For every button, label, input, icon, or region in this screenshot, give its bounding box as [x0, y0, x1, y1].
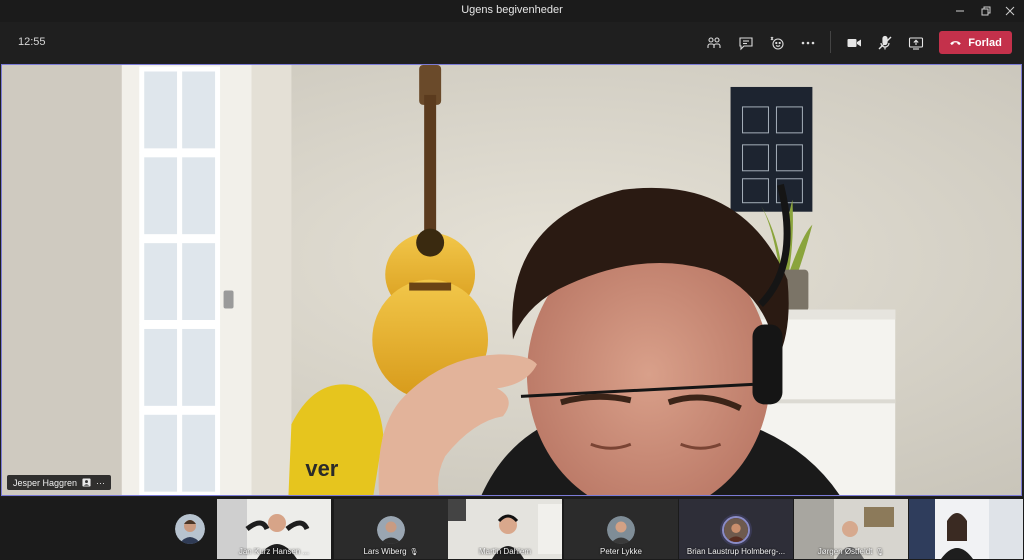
main-video-feed[interactable]: ver Jesper Haggren ··· — [1, 64, 1022, 496]
meeting-toolbar: 12:55 Forlad — [0, 22, 1024, 62]
participant-name: Peter Lykke — [600, 547, 642, 556]
participants-icon[interactable] — [703, 32, 725, 54]
toolbar-divider — [830, 31, 831, 53]
presenter-more-options[interactable]: ··· — [96, 478, 105, 488]
participant-name: Jan Kurz Hansen ... — [238, 547, 310, 556]
leave-label: Forlad — [968, 36, 1002, 49]
participant-avatar — [377, 516, 405, 544]
mic-muted-icon: 🎙 — [409, 549, 419, 556]
participant-tile[interactable]: Jørgen Østfeldt 🎙 — [794, 499, 908, 559]
participant-tile[interactable]: Martin Dahlem — [448, 499, 562, 559]
participant-tile[interactable]: Brian Laustrup Holmberg-... — [679, 499, 793, 559]
participant-video — [909, 499, 1023, 559]
chat-icon[interactable] — [735, 32, 757, 54]
participant-tile[interactable]: Jan Kurz Hansen ... — [217, 499, 331, 559]
participant-name-row: Lars Wiberg 🎙 — [334, 547, 448, 556]
hang-up-icon — [950, 41, 961, 45]
participant-tile[interactable]: Peter Lykke — [564, 499, 678, 559]
camera-icon[interactable] — [843, 32, 865, 54]
video-frame: ver — [2, 65, 1021, 495]
participant-name: Martin Dahlem — [478, 547, 531, 556]
meeting-clock: 12:55 — [18, 36, 46, 48]
self-avatar[interactable] — [175, 514, 205, 544]
more-options-icon[interactable] — [797, 32, 819, 54]
participant-name-row: Jørgen Østfeldt 🎙 — [794, 547, 908, 556]
window-title: Ugens begivenheder — [461, 4, 563, 16]
presenter-name-tag: Jesper Haggren ··· — [7, 475, 112, 490]
close-icon[interactable] — [994, 0, 1024, 22]
reactions-icon[interactable] — [766, 32, 788, 54]
mic-muted-icon[interactable] — [874, 32, 896, 54]
participant-name: Lars Wiberg — [363, 547, 407, 556]
presenter-badge-icon — [82, 478, 91, 487]
participant-avatar-speaking — [722, 516, 750, 544]
share-screen-icon[interactable] — [905, 32, 927, 54]
title-bar: Ugens begivenheder — [0, 0, 1024, 22]
participant-tile[interactable] — [909, 499, 1023, 559]
participant-avatar — [607, 516, 635, 544]
participant-name: Brian Laustrup Holmberg-... — [686, 547, 786, 556]
participant-tile[interactable]: Lars Wiberg 🎙 — [334, 499, 448, 559]
presenter-name: Jesper Haggren — [13, 477, 78, 488]
svg-text:ver: ver — [305, 456, 338, 481]
mic-muted-icon: 🎙 — [875, 549, 885, 556]
participant-name: Jørgen Østfeldt — [817, 547, 873, 556]
leave-button[interactable]: Forlad — [939, 31, 1012, 54]
